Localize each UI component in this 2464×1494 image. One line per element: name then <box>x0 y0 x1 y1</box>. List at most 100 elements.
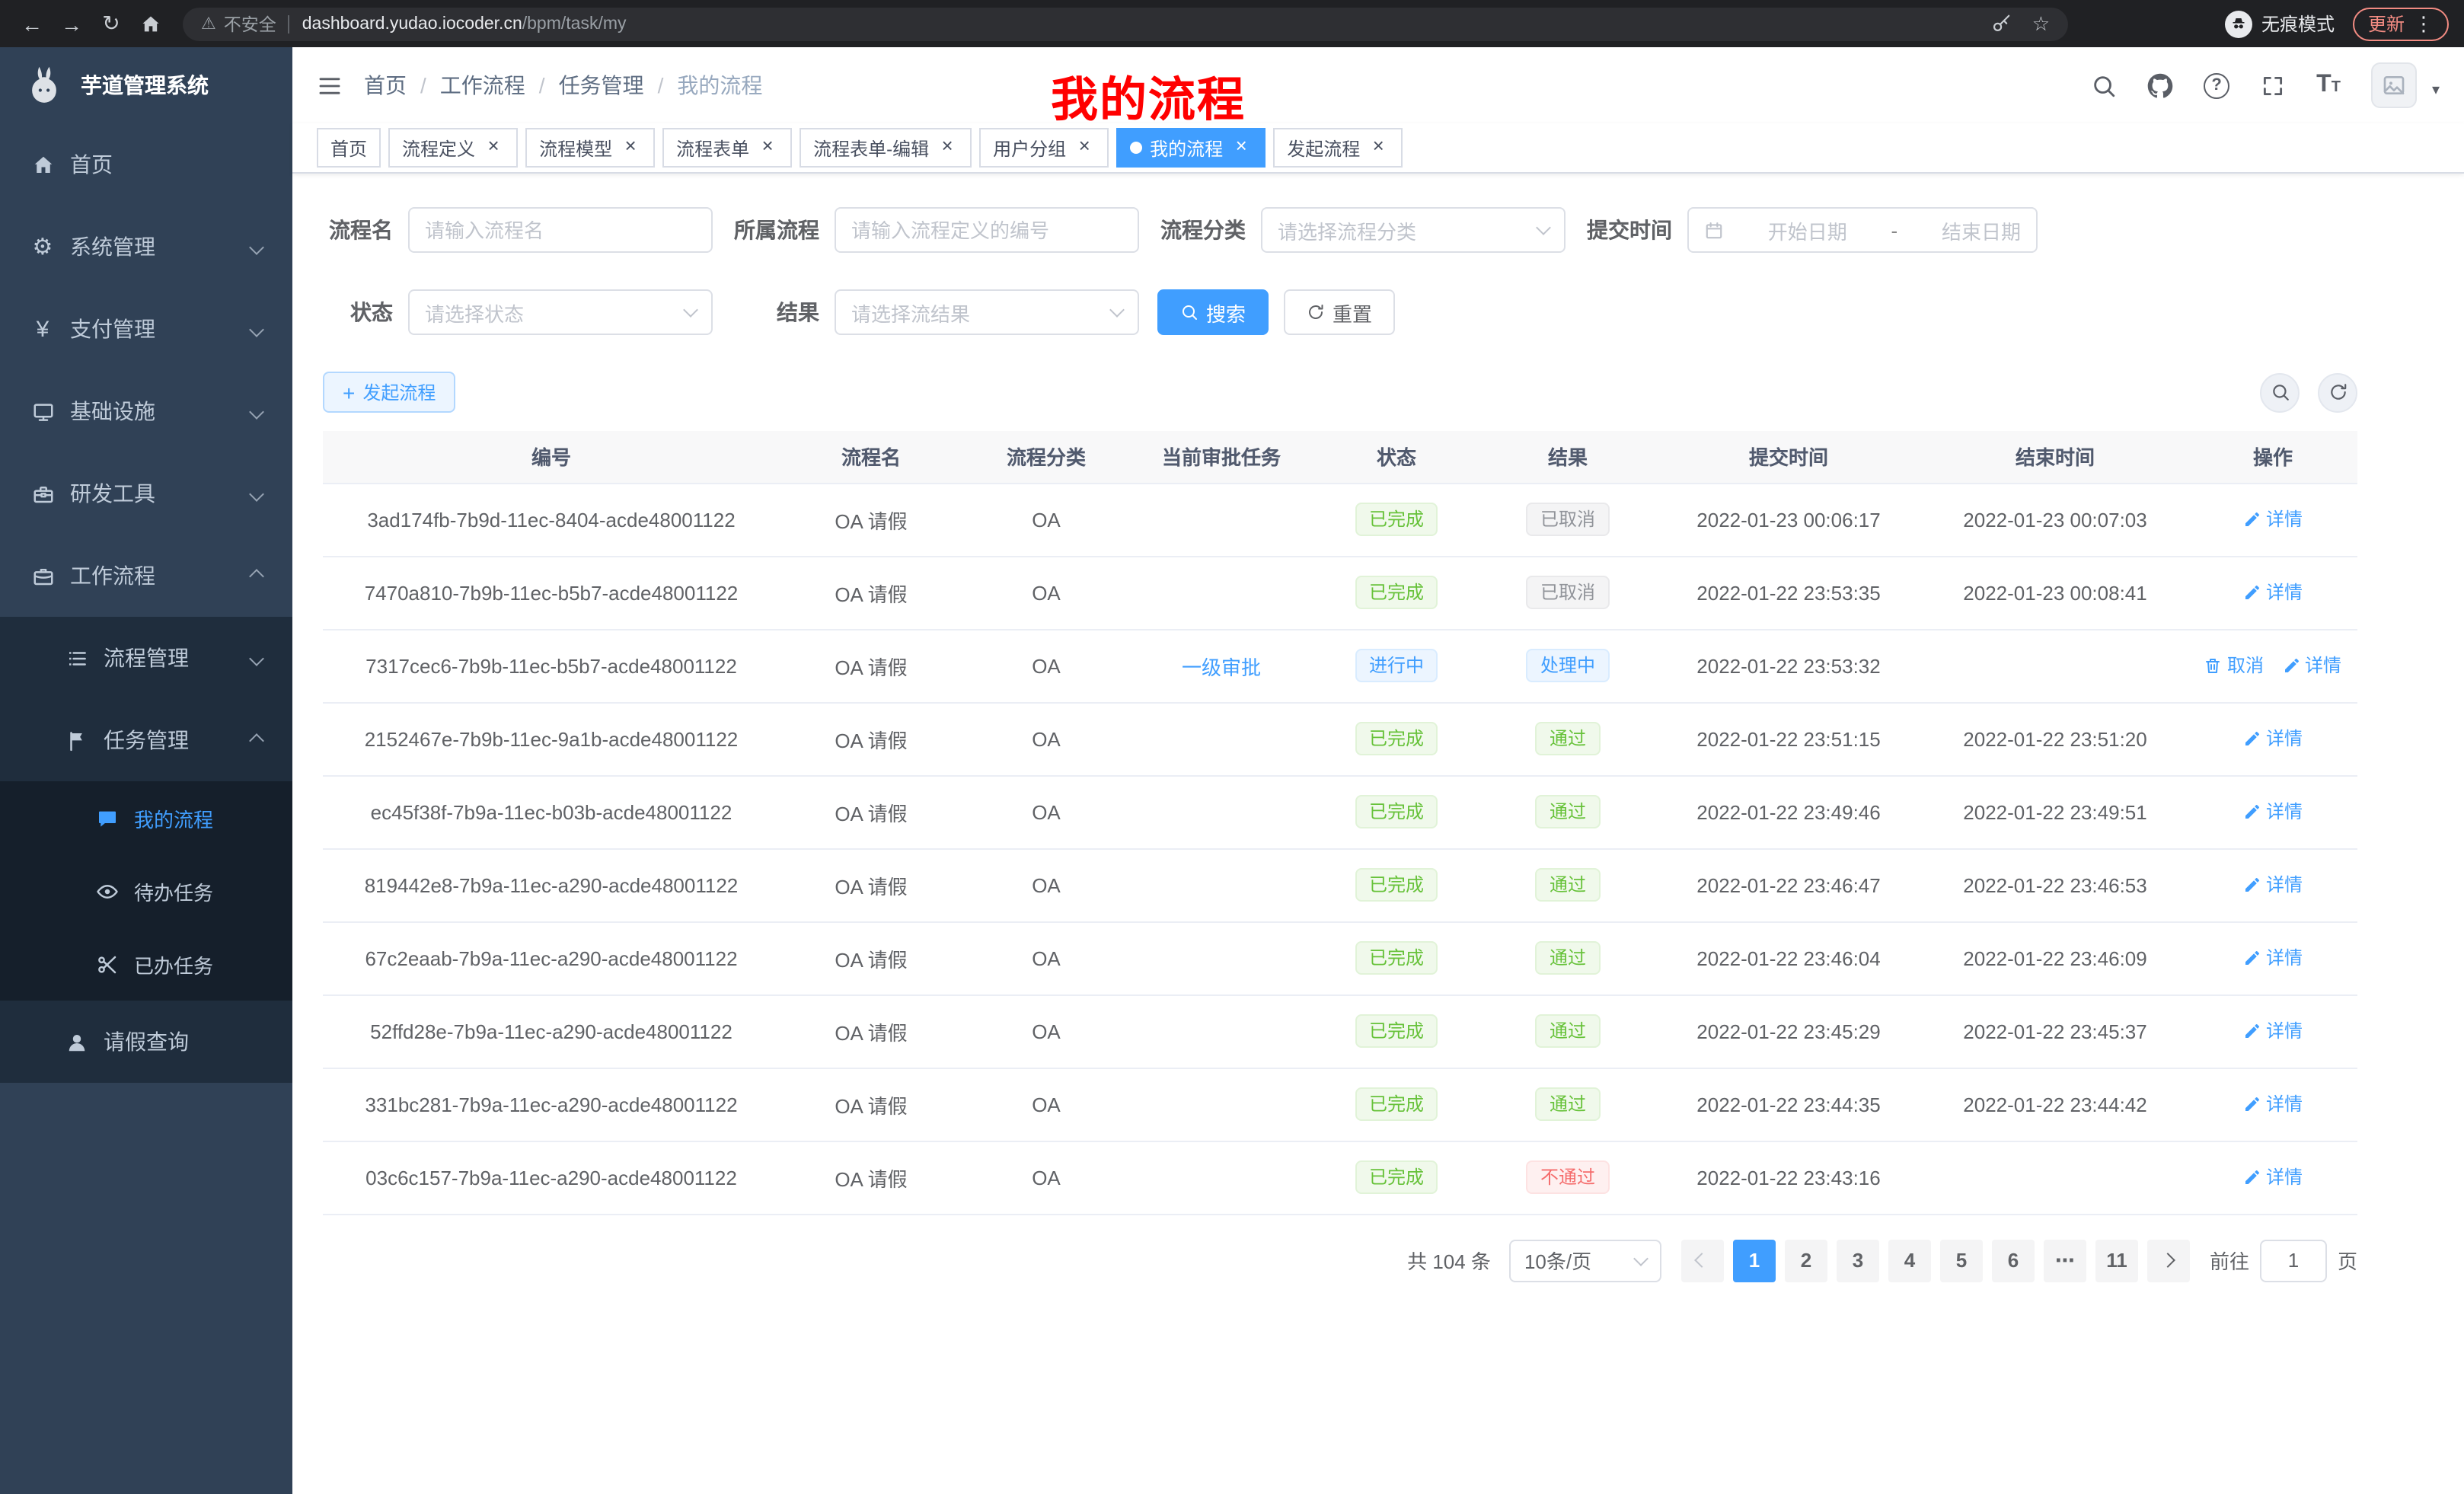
sidebar-item-任务管理[interactable]: 任务管理 <box>0 699 292 781</box>
avatar[interactable] <box>2371 62 2417 108</box>
pagination-next[interactable] <box>2147 1239 2190 1282</box>
sidebar-item-label: 任务管理 <box>104 725 189 755</box>
toggle-search-button[interactable] <box>2260 372 2300 412</box>
sidebar-item-首页[interactable]: 首页 <box>0 123 292 206</box>
tab-发起流程[interactable]: 发起流程× <box>1273 128 1403 168</box>
tab-流程模型[interactable]: 流程模型× <box>525 128 655 168</box>
sidebar-item-已办任务[interactable]: 已办任务 <box>0 927 292 1001</box>
page-size-select[interactable]: 10条/页 <box>1509 1239 1661 1282</box>
page-button-11[interactable]: 11 <box>2095 1239 2138 1282</box>
page-ellipsis[interactable]: ⋯ <box>2044 1239 2086 1282</box>
pagination-prev[interactable] <box>1681 1239 1724 1282</box>
close-icon[interactable]: × <box>937 137 958 158</box>
cell-actions: 详情 <box>2188 775 2357 848</box>
close-icon[interactable]: × <box>1230 137 1252 158</box>
detail-link[interactable]: 详情 <box>2243 872 2303 898</box>
sidebar-item-工作流程[interactable]: 工作流程 <box>0 535 292 617</box>
tab-流程定义[interactable]: 流程定义× <box>388 128 518 168</box>
status-select[interactable]: 请选择状态 <box>408 289 713 335</box>
search-icon[interactable] <box>2091 72 2117 98</box>
sidebar-item-支付管理[interactable]: ¥支付管理 <box>0 288 292 370</box>
chevron-left-icon <box>1695 1253 1710 1268</box>
page-button-6[interactable]: 6 <box>1992 1239 2035 1282</box>
cell-status: 已完成 <box>1313 1068 1480 1141</box>
tab-用户分组[interactable]: 用户分组× <box>979 128 1109 168</box>
close-icon[interactable]: × <box>1368 137 1389 158</box>
sidebar-item-研发工具[interactable]: 研发工具 <box>0 452 292 535</box>
cell-actions: 详情 <box>2188 994 2357 1068</box>
breadcrumb-item[interactable]: 工作流程 <box>440 70 525 101</box>
tab-流程表单-编辑[interactable]: 流程表单-编辑× <box>800 128 972 168</box>
page-button-1[interactable]: 1 <box>1733 1239 1776 1282</box>
cell-current-task <box>1130 702 1313 775</box>
close-icon[interactable]: × <box>620 137 641 158</box>
browser-home-icon[interactable] <box>131 4 171 43</box>
back-icon[interactable]: ← <box>12 4 52 43</box>
fullscreen-icon[interactable] <box>2260 72 2286 98</box>
sidebar-item-label: 请假查询 <box>104 1026 189 1057</box>
page-button-5[interactable]: 5 <box>1940 1239 1983 1282</box>
address-bar[interactable]: ⚠ 不安全 dashboard.yudao.iocoder.cn/bpm/tas… <box>183 7 2068 40</box>
bookmark-star-icon[interactable]: ☆ <box>2032 11 2050 36</box>
sidebar-item-系统管理[interactable]: ⚙系统管理 <box>0 206 292 288</box>
key-icon[interactable] <box>1993 14 2012 34</box>
caret-down-icon[interactable]: ▾ <box>2432 82 2440 108</box>
breadcrumb-item[interactable]: 任务管理 <box>559 70 644 101</box>
update-button[interactable]: 更新 ⋮ <box>2353 7 2449 40</box>
tab-首页[interactable]: 首页 <box>317 128 381 168</box>
cell-name: OA 请假 <box>780 702 962 775</box>
close-icon[interactable]: × <box>483 137 504 158</box>
goto-page-input[interactable] <box>2260 1239 2327 1282</box>
sidebar-item-我的流程[interactable]: 我的流程 <box>0 781 292 854</box>
result-select[interactable]: 请选择流结果 <box>835 289 1139 335</box>
cell-end-time: 2022-01-23 00:07:03 <box>1922 483 2188 556</box>
pencil-icon <box>2243 803 2261 821</box>
current-task-link[interactable]: 一级审批 <box>1182 656 1261 678</box>
refresh-table-button[interactable] <box>2318 372 2357 412</box>
detail-link[interactable]: 详情 <box>2243 1018 2303 1044</box>
page-button-2[interactable]: 2 <box>1785 1239 1827 1282</box>
search-button[interactable]: 搜索 <box>1157 289 1269 335</box>
sidebar-item-请假查询[interactable]: 请假查询 <box>0 1001 292 1083</box>
detail-link[interactable]: 详情 <box>2243 945 2303 971</box>
detail-link[interactable]: 详情 <box>2243 1091 2303 1117</box>
cell-id: 3ad174fb-7b9d-11ec-8404-acde48001122 <box>323 483 780 556</box>
help-icon[interactable]: ? <box>2204 72 2229 98</box>
sidebar-item-基础设施[interactable]: 基础设施 <box>0 370 292 452</box>
sidebar-item-待办任务[interactable]: 待办任务 <box>0 854 292 927</box>
process-name-input[interactable] <box>408 207 713 253</box>
close-icon[interactable]: × <box>1074 137 1095 158</box>
forward-icon[interactable]: → <box>52 4 91 43</box>
start-process-button[interactable]: + 发起流程 <box>323 372 455 413</box>
tab-流程表单[interactable]: 流程表单× <box>662 128 792 168</box>
cancel-link[interactable]: 取消 <box>2204 653 2264 678</box>
page-button-4[interactable]: 4 <box>1888 1239 1931 1282</box>
cell-category: OA <box>962 848 1130 921</box>
cell-category: OA <box>962 994 1130 1068</box>
submit-time-daterange[interactable]: 开始日期 - 结束日期 <box>1687 207 2038 253</box>
table-row: 67c2eaab-7b9a-11ec-a290-acde48001122OA 请… <box>323 921 2357 994</box>
page-button-3[interactable]: 3 <box>1837 1239 1879 1282</box>
tab-我的流程[interactable]: 我的流程× <box>1116 128 1266 168</box>
sidebar-item-流程管理[interactable]: 流程管理 <box>0 617 292 699</box>
hamburger-icon[interactable] <box>317 72 343 98</box>
detail-link[interactable]: 详情 <box>2243 506 2303 532</box>
font-size-icon[interactable]: TT <box>2316 72 2341 99</box>
status-tag: 已完成 <box>1355 503 1438 536</box>
detail-link[interactable]: 详情 <box>2243 1164 2303 1190</box>
category-select[interactable]: 请选择流程分类 <box>1261 207 1566 253</box>
detail-link[interactable]: 详情 <box>2243 579 2303 605</box>
cell-name: OA 请假 <box>780 848 962 921</box>
reload-icon[interactable]: ↻ <box>91 4 131 43</box>
reset-button[interactable]: 重置 <box>1284 289 1395 335</box>
github-icon[interactable] <box>2147 72 2173 98</box>
detail-link[interactable]: 详情 <box>2282 653 2341 678</box>
detail-link[interactable]: 详情 <box>2243 726 2303 752</box>
breadcrumb-item[interactable]: 首页 <box>364 70 407 101</box>
process-def-input[interactable] <box>835 207 1139 253</box>
detail-link[interactable]: 详情 <box>2243 799 2303 825</box>
chevron-up-icon <box>249 568 264 583</box>
cell-submit-time: 2022-01-22 23:53:32 <box>1655 629 1922 702</box>
close-icon[interactable]: × <box>757 137 778 158</box>
browser-menu-dots-icon[interactable]: ⋮ <box>2414 11 2434 36</box>
